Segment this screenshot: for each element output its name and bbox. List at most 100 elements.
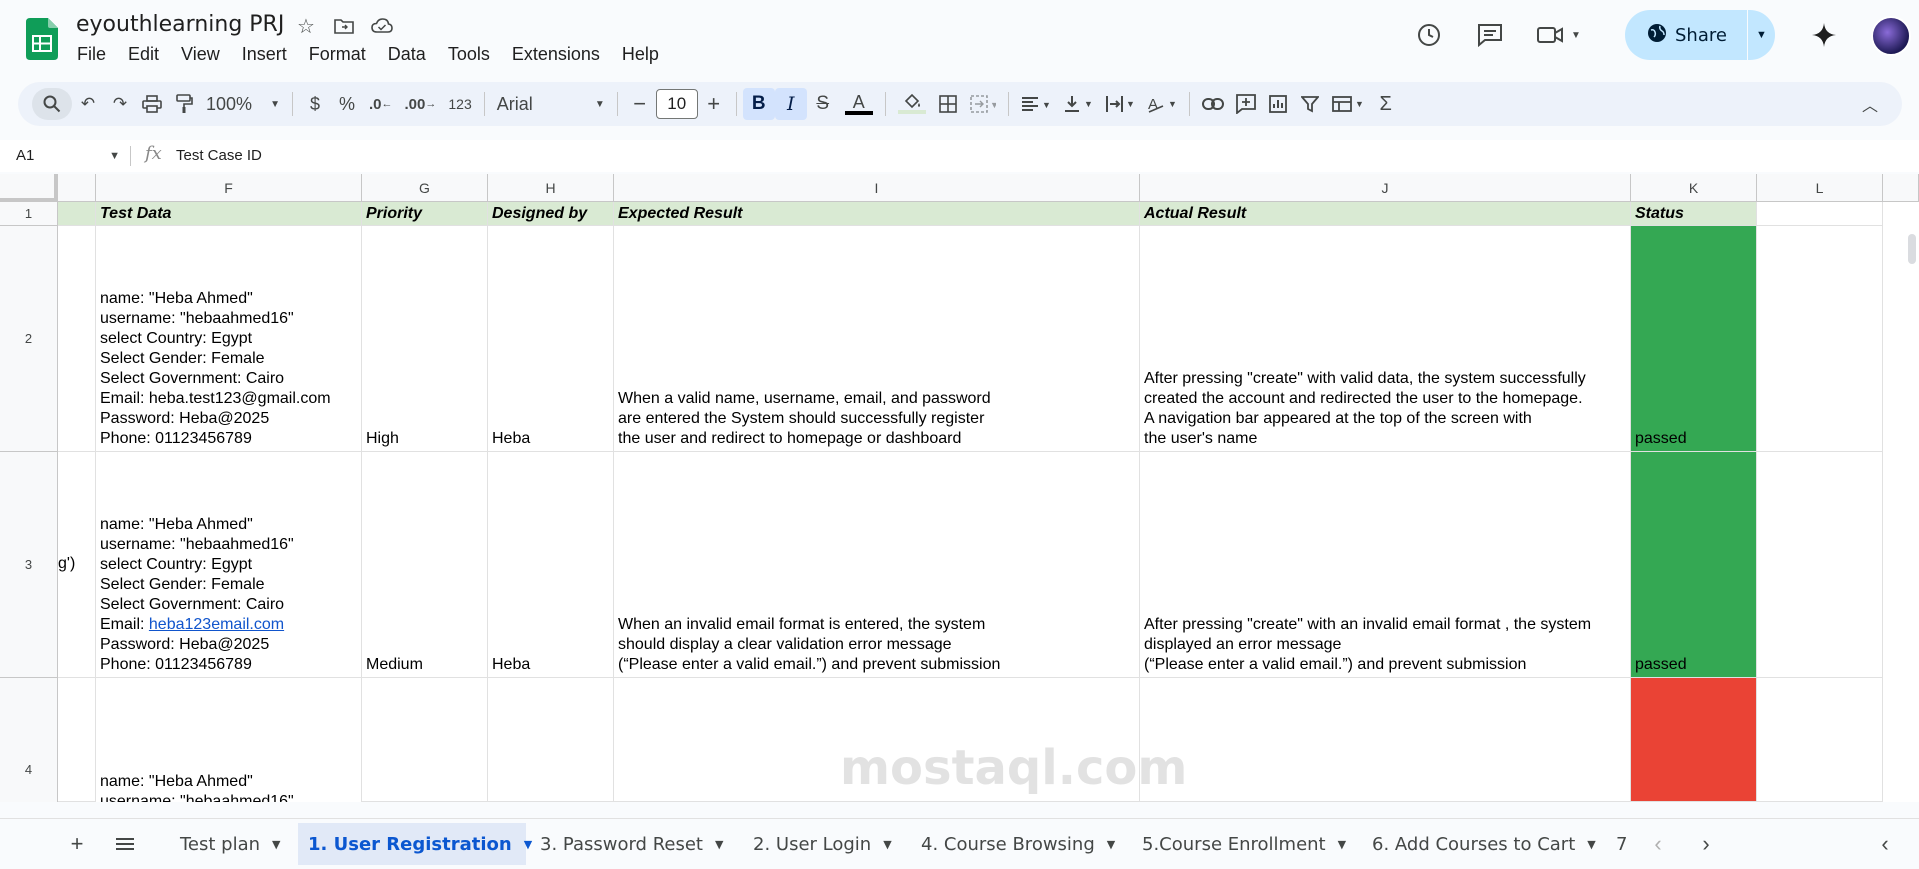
- move-folder-icon[interactable]: [332, 14, 356, 38]
- cell-h3[interactable]: Heba: [488, 452, 614, 678]
- all-sheets-list-icon[interactable]: [110, 829, 140, 859]
- cell-k1[interactable]: Status: [1631, 202, 1757, 226]
- borders-icon[interactable]: [932, 88, 964, 120]
- cell-l2[interactable]: [1757, 226, 1883, 452]
- undo-icon[interactable]: ↶: [72, 88, 104, 120]
- add-sheet-plus-icon[interactable]: +: [62, 829, 92, 859]
- bold-icon[interactable]: B: [742, 88, 775, 120]
- redo-icon[interactable]: ↷: [104, 88, 136, 120]
- cell-j2[interactable]: After pressing "create" with valid data,…: [1140, 226, 1631, 452]
- menu-file[interactable]: File: [66, 42, 117, 66]
- filter-views-icon[interactable]: ▼: [1326, 88, 1370, 120]
- decrease-font-size-icon[interactable]: −: [624, 88, 656, 120]
- insert-comment-icon[interactable]: [1230, 88, 1262, 120]
- row-header-1[interactable]: 1: [0, 202, 58, 226]
- scroll-tabs-left-chevron-icon[interactable]: ‹: [1643, 829, 1673, 859]
- sheet-tab-course-browsing[interactable]: 4. Course Browsing ▼: [911, 823, 1125, 865]
- cell-f4[interactable]: name: "Heba Ahmed" username: "hebaahmed1…: [96, 678, 362, 802]
- row-header-2[interactable]: 2: [0, 226, 58, 452]
- insert-chart-icon[interactable]: [1262, 88, 1294, 120]
- print-icon[interactable]: [136, 88, 168, 120]
- cell-k2-status[interactable]: passed: [1631, 226, 1757, 452]
- menu-data[interactable]: Data: [377, 42, 437, 66]
- cloud-saved-icon[interactable]: [370, 14, 394, 38]
- sheet-tab-add-courses-to-cart[interactable]: 6. Add Courses to Cart ▼: [1362, 823, 1606, 865]
- cell-l3[interactable]: [1757, 452, 1883, 678]
- paint-format-icon[interactable]: [168, 88, 200, 120]
- font-size-input[interactable]: 10: [655, 89, 698, 119]
- vertical-scroll-thumb[interactable]: [1908, 234, 1916, 264]
- menu-edit[interactable]: Edit: [117, 42, 170, 66]
- column-header-e[interactable]: [58, 174, 96, 202]
- cell-k4-status[interactable]: [1631, 678, 1757, 802]
- zoom-select[interactable]: 100% ▼: [200, 88, 286, 120]
- scroll-tabs-right-chevron-icon[interactable]: ›: [1691, 829, 1721, 859]
- menu-help[interactable]: Help: [611, 42, 670, 66]
- cell-e3[interactable]: g'): [58, 452, 96, 678]
- vertical-scrollbar[interactable]: [1905, 202, 1919, 802]
- cell-g4[interactable]: [362, 678, 488, 802]
- menu-insert[interactable]: Insert: [231, 42, 298, 66]
- cell-l1[interactable]: [1757, 202, 1883, 226]
- filter-icon[interactable]: [1294, 88, 1326, 120]
- decrease-decimal-button[interactable]: .0 ←: [363, 88, 399, 120]
- text-rotation-icon[interactable]: A ▼: [1141, 88, 1183, 120]
- sheet-tab-partial[interactable]: 7: [1614, 823, 1630, 865]
- menu-format[interactable]: Format: [298, 42, 377, 66]
- text-color-icon[interactable]: A: [839, 88, 879, 120]
- document-title[interactable]: eyouthlearning PRJ: [76, 12, 284, 37]
- column-header-l[interactable]: L: [1757, 174, 1883, 202]
- increase-font-size-icon[interactable]: +: [698, 88, 730, 120]
- sheet-tab-course-enrollment[interactable]: 5.Course Enrollment ▼: [1132, 823, 1356, 865]
- column-header-m[interactable]: [1883, 174, 1919, 202]
- currency-format-button[interactable]: $: [299, 88, 331, 120]
- meet-video-icon[interactable]: ▼: [1534, 20, 1584, 50]
- column-header-h[interactable]: H: [488, 174, 614, 202]
- gemini-sparkle-icon[interactable]: [1809, 20, 1839, 50]
- sheet-tab-password-reset[interactable]: 3. Password Reset ▼: [530, 823, 733, 865]
- cell-g3[interactable]: Medium: [362, 452, 488, 678]
- percent-format-button[interactable]: %: [331, 88, 363, 120]
- column-header-g[interactable]: G: [362, 174, 488, 202]
- column-header-k[interactable]: K: [1631, 174, 1757, 202]
- column-header-i[interactable]: I: [614, 174, 1140, 202]
- increase-decimal-button[interactable]: .00 →: [399, 88, 443, 120]
- menu-tools[interactable]: Tools: [437, 42, 501, 66]
- sheet-tab-user-login[interactable]: 2. User Login ▼: [743, 823, 902, 865]
- comments-icon[interactable]: [1475, 20, 1505, 50]
- more-formats-button[interactable]: 123: [442, 88, 477, 120]
- cell-i1[interactable]: Expected Result: [614, 202, 1140, 226]
- horizontal-align-icon[interactable]: ▼: [1015, 88, 1057, 120]
- cell-h2[interactable]: Heba: [488, 226, 614, 452]
- cell-f2[interactable]: name: "Heba Ahmed" username: "hebaahmed1…: [96, 226, 362, 452]
- search-menus-icon[interactable]: [32, 88, 72, 120]
- cell-h4[interactable]: [488, 678, 614, 802]
- insert-link-icon[interactable]: [1196, 88, 1230, 120]
- text-wrapping-icon[interactable]: ▼: [1099, 88, 1141, 120]
- email-link[interactable]: heba123email.com: [149, 616, 284, 633]
- menu-view[interactable]: View: [170, 42, 231, 66]
- cell-j4[interactable]: [1140, 678, 1631, 802]
- functions-sigma-icon[interactable]: Σ: [1370, 88, 1402, 120]
- cell-j3[interactable]: After pressing "create" with an invalid …: [1140, 452, 1631, 678]
- side-panel-collapse-chevron-icon[interactable]: ‹: [1870, 829, 1900, 859]
- cell-h1[interactable]: Designed by: [488, 202, 614, 226]
- column-header-j[interactable]: J: [1140, 174, 1631, 202]
- select-all-corner[interactable]: [0, 174, 58, 202]
- merge-cells-icon[interactable]: ▼: [964, 88, 1002, 120]
- fill-color-icon[interactable]: [892, 88, 932, 120]
- star-icon[interactable]: ☆: [294, 14, 318, 38]
- cell-j1[interactable]: Actual Result: [1140, 202, 1631, 226]
- account-avatar[interactable]: [1871, 16, 1911, 56]
- cell-f1[interactable]: Test Data: [96, 202, 362, 226]
- row-header-3[interactable]: 3: [0, 452, 58, 678]
- sheet-tab-test-plan[interactable]: Test plan ▼: [170, 823, 291, 865]
- vertical-align-icon[interactable]: ▼: [1057, 88, 1099, 120]
- formula-input[interactable]: Test Case ID: [176, 147, 262, 164]
- collapse-toolbar-chevron-up-icon[interactable]: ︿: [1854, 88, 1886, 120]
- menu-extensions[interactable]: Extensions: [501, 42, 611, 66]
- cell-f3[interactable]: name: "Heba Ahmed" username: "hebaahmed1…: [96, 452, 362, 678]
- sheet-tab-user-registration[interactable]: 1. User Registration ▼: [298, 823, 532, 865]
- cell-k3-status[interactable]: passed: [1631, 452, 1757, 678]
- share-button[interactable]: Share ▼: [1625, 10, 1775, 60]
